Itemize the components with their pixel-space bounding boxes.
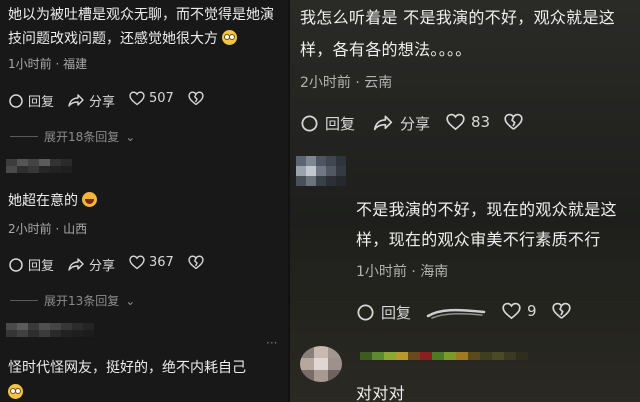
reply-icon [357,304,374,321]
comment-meta: 1小时前 · 福建 [8,57,88,71]
broken-heart-icon [188,255,204,270]
emoji-icon [8,382,23,401]
broken-heart-icon [552,302,571,319]
avatar[interactable] [300,346,342,382]
expand-replies-button[interactable]: 展开13条回复 ⌄ [10,292,135,309]
reply-icon [301,115,318,132]
reply-icon [9,257,23,272]
heart-icon [129,91,145,106]
share-wave-icon [426,308,486,319]
reply-button[interactable]: 回复 [300,113,355,134]
dislike-button[interactable] [504,113,523,131]
comment-meta: 1小时前 · 海南 [356,264,449,280]
like-button[interactable]: 367 [129,255,174,270]
share-button[interactable]: 分享 [67,91,115,110]
like-button[interactable]: 507 [129,91,174,106]
heart-icon [502,302,521,320]
share-icon [68,93,84,107]
dislike-button[interactable] [188,91,204,106]
right-comment-panel: 我怎么听着是 不是我演的不好，观众就是这 样，各有各的想法。。。。 2小时前 ·… [290,0,640,402]
comment-meta: 2小时前 · 云南 [300,75,393,91]
laughing-emoji-icon [82,192,98,207]
username-mosaic[interactable] [360,352,528,360]
like-button[interactable]: 83 [446,113,490,131]
comment-text: 对对对 [356,384,405,402]
dislike-button[interactable] [188,255,204,270]
broken-heart-icon [188,91,204,106]
avatar[interactable] [6,323,94,337]
comment-text-line: 她以为被吐槽是观众无聊，而不觉得是她演 [8,7,274,23]
avatar[interactable] [296,156,346,186]
share-button[interactable]: 分享 [372,113,430,134]
flushed-emoji-icon [222,30,238,45]
dislike-button[interactable] [552,302,571,320]
comment-text-line: 不是我演的不好，现在的观众就是这 [356,200,617,219]
divider-line [10,136,38,137]
heart-icon [446,113,465,131]
more-options-icon[interactable]: ··· [266,336,277,350]
heart-icon [129,255,145,270]
comment-text-line: 我怎么听着是 不是我演的不好，观众就是这 [300,8,616,27]
avatar[interactable] [6,159,72,173]
left-comment-panel: 她以为被吐槽是观众无聊，而不觉得是她演 技问题改戏问题，还感觉她很大方 1小时前… [0,0,290,402]
reply-icon [9,93,23,108]
share-button[interactable]: 分享 [67,255,115,274]
reply-button[interactable]: 回复 [8,255,54,274]
broken-heart-icon [504,113,523,130]
chevron-down-icon: ⌄ [125,293,136,308]
expand-replies-button[interactable]: 展开18条回复 ⌄ [10,128,135,145]
like-button[interactable]: 9 [502,302,537,320]
comment-text: 怪时代怪网友，挺好的，绝不内耗自己 [8,360,246,376]
share-icon [68,257,84,271]
chevron-down-icon: ⌄ [125,129,136,144]
comment-text: 她超在意的 [8,190,98,212]
divider-line [10,300,38,301]
reply-button[interactable]: 回复 [356,302,411,323]
comment-text-line: 样，现在的观众审美不行素质不行 [356,230,601,249]
comment-text-line: 样，各有各的想法。。。。 [300,40,472,59]
comment-meta: 2小时前 · 山西 [8,222,88,236]
reply-button[interactable]: 回复 [8,91,54,110]
share-button[interactable] [426,305,486,324]
share-icon [373,115,393,131]
comment-text-line: 技问题改戏问题，还感觉她很大方 [8,28,238,50]
